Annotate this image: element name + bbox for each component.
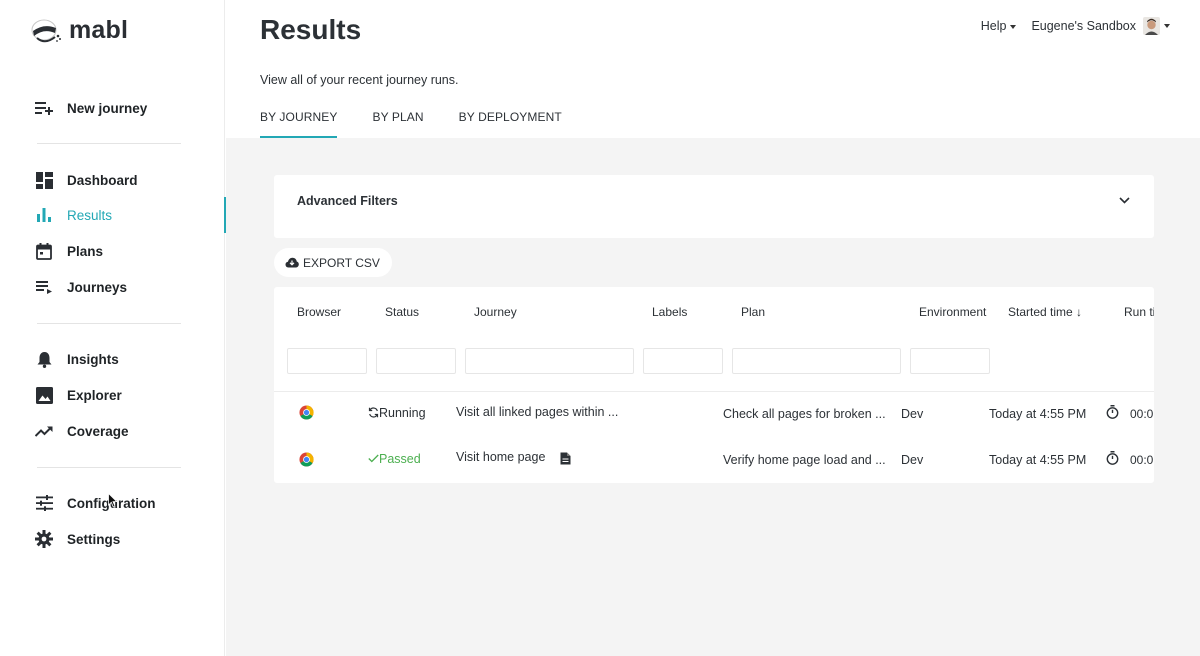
results-tabs: BY JOURNEY BY PLAN BY DEPLOYMENT: [260, 110, 597, 139]
mabl-logo-icon: [31, 19, 61, 42]
sync-icon: [368, 407, 379, 418]
gear-icon: [35, 530, 53, 548]
mabl-logo[interactable]: mabl: [31, 16, 128, 45]
workspace-menu[interactable]: Eugene's Sandbox: [1031, 19, 1136, 33]
table-row[interactable]: Passed Visit home page Verify home page …: [274, 439, 1154, 479]
tab-by-deployment[interactable]: BY DEPLOYMENT: [459, 110, 562, 139]
image-icon: [35, 386, 53, 404]
sidebar-item-new-journey[interactable]: New journey: [0, 93, 225, 123]
stopwatch-icon: [1106, 451, 1119, 465]
chrome-icon: [299, 405, 314, 420]
filter-status-input[interactable]: [376, 348, 456, 374]
started-time-value: Today at 4:55 PM: [989, 407, 1087, 421]
document-icon[interactable]: [560, 452, 571, 465]
main-content: Results Help Eugene's Sandbox View all o…: [226, 0, 1200, 656]
avatar[interactable]: [1143, 17, 1160, 35]
environment-value: Dev: [901, 407, 924, 421]
sidebar-item-coverage[interactable]: Coverage: [0, 416, 225, 446]
sidebar-item-label: New journey: [67, 100, 148, 116]
page-title: Results: [260, 14, 362, 45]
sidebar-item-settings[interactable]: Settings: [0, 524, 225, 554]
column-header-environment[interactable]: Environment: [919, 305, 986, 319]
filter-plan-input[interactable]: [732, 348, 901, 374]
sidebar-item-label: Dashboard: [67, 172, 138, 188]
table-divider: [274, 391, 1154, 392]
list-icon: [35, 278, 53, 296]
column-header-plan[interactable]: Plan: [741, 305, 765, 319]
run-time-value: 00:0: [1130, 453, 1154, 467]
sidebar-item-label: Plans: [67, 243, 104, 259]
environment-value: Dev: [901, 453, 924, 467]
tab-by-journey[interactable]: BY JOURNEY: [260, 110, 338, 139]
column-header-journey[interactable]: Journey: [474, 305, 517, 319]
status-running: Running: [368, 406, 426, 420]
sidebar-divider: [37, 323, 181, 324]
results-content: Advanced Filters EXPORT CSV Browser Stat…: [226, 138, 1200, 656]
calendar-icon: [35, 242, 53, 260]
run-time-value: 00:0: [1130, 407, 1154, 421]
status-label: Passed: [379, 452, 421, 466]
bell-icon: [35, 350, 53, 368]
journey-link[interactable]: Visit all linked pages within ...: [456, 405, 618, 419]
check-icon: [368, 454, 379, 463]
filter-browser-input[interactable]: [287, 348, 367, 374]
status-label: Running: [379, 406, 426, 420]
cloud-download-icon: [285, 257, 299, 268]
sidebar-item-explorer[interactable]: Explorer: [0, 380, 225, 410]
journey-link[interactable]: Visit home page: [456, 450, 545, 464]
sidebar-item-label: Journeys: [67, 279, 128, 295]
help-menu[interactable]: Help: [981, 19, 1017, 33]
sidebar-item-label: Insights: [67, 351, 119, 367]
sidebar-item-results[interactable]: Results: [0, 197, 226, 233]
filter-journey-input[interactable]: [465, 348, 634, 374]
status-passed: Passed: [368, 452, 421, 466]
trending-up-icon: [35, 422, 53, 440]
sidebar: mabl New journey Dashboard Results Plans…: [0, 0, 226, 656]
stopwatch-icon: [1106, 405, 1119, 419]
column-header-status[interactable]: Status: [385, 305, 419, 319]
playlist-add-icon: [35, 99, 53, 117]
chevron-down-icon[interactable]: [1164, 24, 1170, 28]
top-right-menu: Help Eugene's Sandbox: [981, 17, 1170, 35]
chevron-down-icon: [1010, 24, 1017, 29]
chrome-icon: [299, 452, 314, 467]
filter-labels-input[interactable]: [643, 348, 723, 374]
sidebar-item-dashboard[interactable]: Dashboard: [0, 165, 225, 195]
table-row[interactable]: Running Visit all linked pages within ..…: [274, 393, 1154, 433]
column-header-run-time[interactable]: Run ti: [1124, 305, 1154, 319]
filter-environment-input[interactable]: [910, 348, 990, 374]
sliders-icon: [35, 494, 53, 512]
mouse-cursor-icon: [108, 493, 118, 508]
sidebar-item-label: Settings: [67, 531, 121, 547]
help-label: Help: [980, 19, 1007, 33]
column-header-browser[interactable]: Browser: [297, 305, 341, 319]
sidebar-divider: [37, 467, 181, 468]
sidebar-divider: [37, 143, 181, 144]
logo-text: mabl: [69, 16, 129, 44]
plan-link[interactable]: Verify home page load and ...: [723, 453, 886, 467]
started-time-label: Started time: [1008, 305, 1073, 319]
bar-chart-icon: [35, 206, 53, 224]
chevron-down-icon[interactable]: [1119, 197, 1130, 204]
advanced-filters-panel[interactable]: Advanced Filters: [274, 175, 1154, 238]
tab-by-plan[interactable]: BY PLAN: [372, 110, 423, 139]
sidebar-item-plans[interactable]: Plans: [0, 236, 225, 266]
sidebar-item-label: Explorer: [67, 387, 122, 403]
column-header-started-time[interactable]: Started time ↓: [1008, 305, 1082, 319]
export-csv-label: EXPORT CSV: [303, 255, 380, 270]
column-header-labels[interactable]: Labels: [652, 305, 687, 319]
started-time-value: Today at 4:55 PM: [989, 453, 1087, 467]
sidebar-item-label: Coverage: [67, 423, 129, 439]
page-subtitle: View all of your recent journey runs.: [260, 73, 459, 87]
plan-link[interactable]: Check all pages for broken ...: [723, 407, 886, 421]
results-table: Browser Status Journey Labels Plan Envir…: [274, 287, 1154, 483]
advanced-filters-title: Advanced Filters: [297, 194, 398, 208]
sort-descending-icon: ↓: [1076, 305, 1083, 319]
sidebar-item-insights[interactable]: Insights: [0, 344, 225, 374]
export-csv-button[interactable]: EXPORT CSV: [274, 248, 392, 277]
sidebar-item-journeys[interactable]: Journeys: [0, 272, 225, 302]
workspace-label: Eugene's Sandbox: [1031, 19, 1136, 33]
sidebar-item-label: Results: [67, 207, 113, 223]
dashboard-icon: [35, 171, 53, 189]
